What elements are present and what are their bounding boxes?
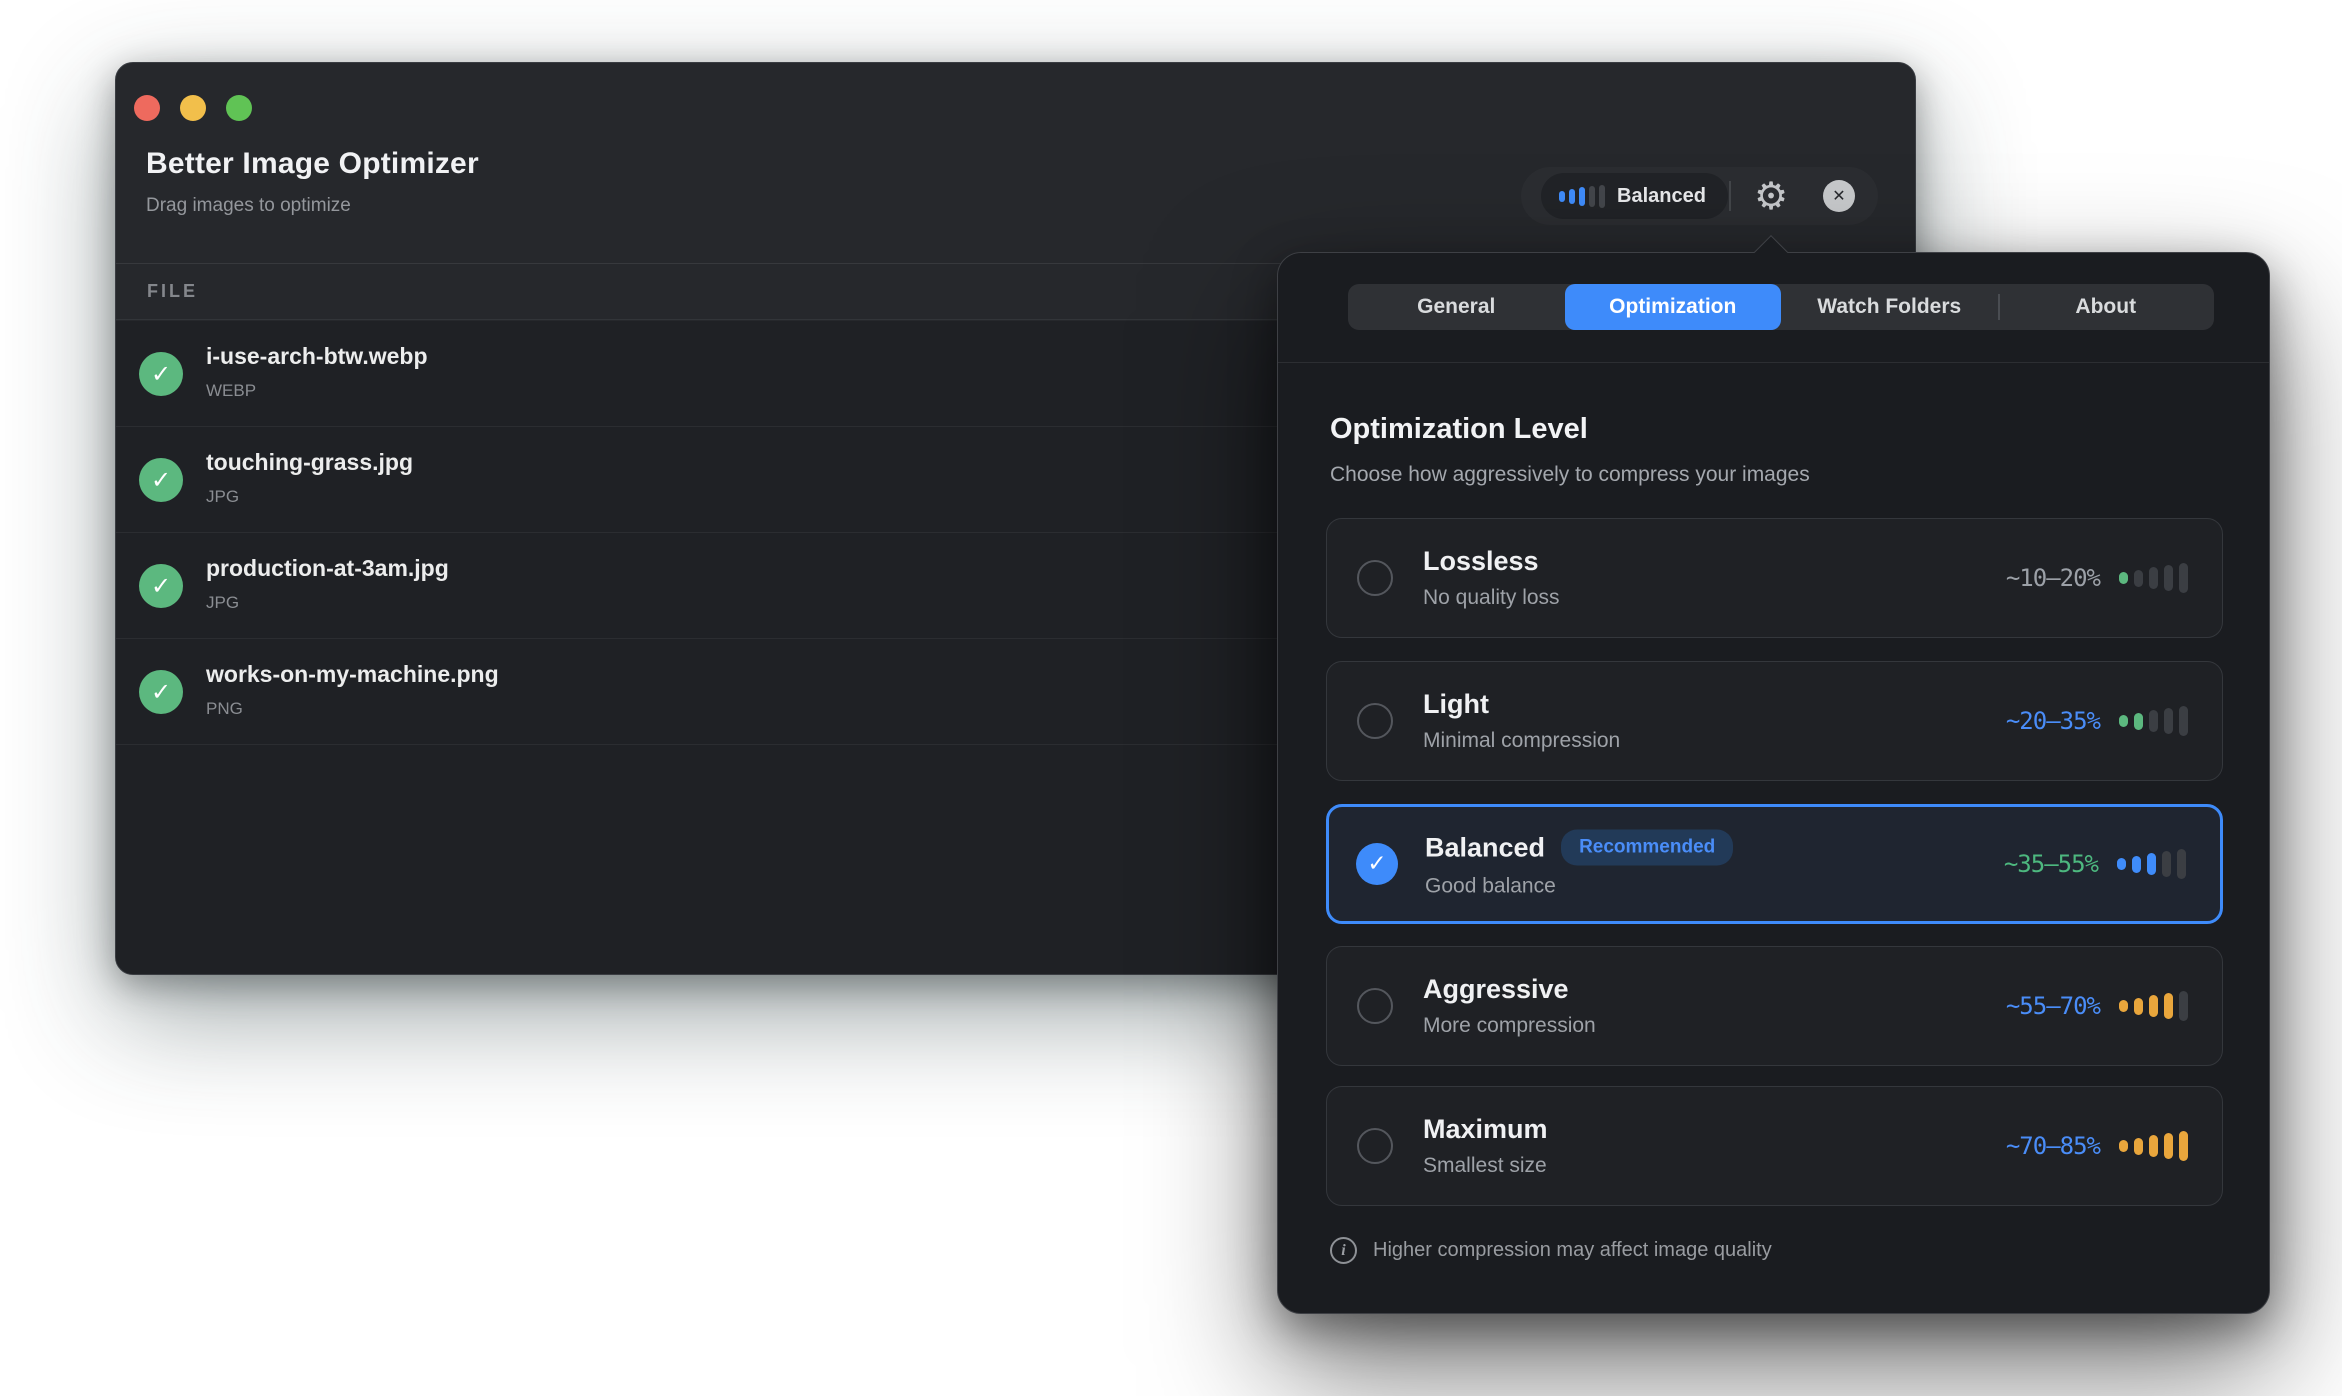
- option-subtitle: More compression: [1423, 1014, 1596, 1038]
- success-check-badge: ✓: [139, 352, 183, 396]
- file-type: PNG: [206, 699, 243, 719]
- level-badge-label: Balanced: [1617, 185, 1706, 208]
- file-name: works-on-my-machine.png: [206, 661, 499, 688]
- app-title: Better Image Optimizer: [146, 147, 479, 181]
- info-icon: i: [1330, 1237, 1357, 1264]
- option-text: Lossless No quality loss: [1423, 546, 1560, 610]
- app-subtitle: Drag images to optimize: [146, 195, 351, 217]
- option-text: Light Minimal compression: [1423, 689, 1620, 753]
- file-name: i-use-arch-btw.webp: [206, 343, 428, 370]
- intensity-bars-icon: [2119, 1131, 2188, 1161]
- section-heading: Optimization Level: [1330, 413, 1588, 446]
- check-icon: ✓: [151, 360, 171, 388]
- quit-button[interactable]: ✕: [1823, 180, 1855, 212]
- option-title: Aggressive: [1423, 974, 1569, 1005]
- savings-estimate: ~70–85%: [2006, 1132, 2100, 1160]
- settings-popover: General Optimization Watch Folders About…: [1277, 252, 2270, 1314]
- optimization-level-badge[interactable]: Balanced: [1541, 173, 1728, 219]
- footer-note: i Higher compression may affect image qu…: [1330, 1237, 1772, 1264]
- savings-estimate: ~35–55%: [2004, 850, 2098, 878]
- option-subtitle: Minimal compression: [1423, 729, 1620, 753]
- option-title: Maximum: [1423, 1114, 1548, 1145]
- window-zoom-traffic-light[interactable]: [226, 95, 252, 121]
- intensity-bars-icon: [2117, 849, 2186, 879]
- file-name: touching-grass.jpg: [206, 449, 413, 476]
- savings-estimate: ~20–35%: [2006, 707, 2100, 735]
- option-title: Balanced: [1425, 832, 1545, 863]
- check-icon: ✓: [1367, 851, 1386, 877]
- window-close-traffic-light[interactable]: [134, 95, 160, 121]
- panel-divider: [1278, 362, 2269, 363]
- tab-about-label: About: [2075, 295, 2136, 319]
- level-bars-icon: [1559, 185, 1605, 208]
- intensity-bars-icon: [2119, 563, 2188, 593]
- footer-note-text: Higher compression may affect image qual…: [1373, 1239, 1772, 1262]
- file-type: WEBP: [206, 381, 256, 401]
- tab-watch-folders[interactable]: Watch Folders: [1781, 284, 1998, 330]
- check-icon: ✓: [151, 466, 171, 494]
- savings-estimate: ~55–70%: [2006, 992, 2100, 1020]
- option-card-balanced[interactable]: ✓ Balanced Recommended Good balance ~35–…: [1326, 804, 2223, 924]
- tab-optimization[interactable]: Optimization: [1565, 284, 1782, 330]
- option-card-light[interactable]: Light Minimal compression ~20–35%: [1326, 661, 2223, 781]
- option-title: Light: [1423, 689, 1489, 720]
- radio-unselected-icon[interactable]: [1357, 560, 1393, 596]
- radio-unselected-icon[interactable]: [1357, 703, 1393, 739]
- section-description: Choose how aggressively to compress your…: [1330, 463, 1810, 487]
- settings-tabbar: General Optimization Watch Folders About: [1348, 284, 2214, 330]
- option-subtitle: No quality loss: [1423, 586, 1560, 610]
- close-icon: ✕: [1832, 188, 1845, 204]
- success-check-badge: ✓: [139, 670, 183, 714]
- intensity-bars-icon: [2119, 706, 2188, 736]
- option-card-lossless[interactable]: Lossless No quality loss ~10–20%: [1326, 518, 2223, 638]
- desktop: Better Image Optimizer Drag images to op…: [0, 0, 2342, 1396]
- radio-unselected-icon[interactable]: [1357, 1128, 1393, 1164]
- savings-estimate: ~10–20%: [2006, 564, 2100, 592]
- option-text: Balanced Recommended Good balance: [1425, 830, 1733, 899]
- radio-selected-icon[interactable]: ✓: [1356, 843, 1398, 885]
- option-card-aggressive[interactable]: Aggressive More compression ~55–70%: [1326, 946, 2223, 1066]
- file-type: JPG: [206, 487, 239, 507]
- success-check-badge: ✓: [139, 458, 183, 502]
- gear-icon: ⚙: [1754, 177, 1788, 215]
- check-icon: ✓: [151, 572, 171, 600]
- success-check-badge: ✓: [139, 564, 183, 608]
- option-card-maximum[interactable]: Maximum Smallest size ~70–85%: [1326, 1086, 2223, 1206]
- file-type: JPG: [206, 593, 239, 613]
- tab-about[interactable]: About: [1998, 284, 2215, 330]
- header-controls: Balanced ⚙ ✕: [1521, 167, 1878, 225]
- intensity-bars-icon: [2119, 991, 2188, 1021]
- option-text: Aggressive More compression: [1423, 974, 1596, 1038]
- option-title: Lossless: [1423, 546, 1539, 577]
- file-name: production-at-3am.jpg: [206, 555, 449, 582]
- file-column-label: FILE: [147, 281, 198, 302]
- settings-button[interactable]: ⚙: [1747, 172, 1795, 220]
- tab-separator: [1998, 294, 2000, 320]
- radio-unselected-icon[interactable]: [1357, 988, 1393, 1024]
- option-subtitle: Smallest size: [1423, 1154, 1548, 1178]
- recommended-badge: Recommended: [1561, 830, 1733, 866]
- option-text: Maximum Smallest size: [1423, 1114, 1548, 1178]
- check-icon: ✓: [151, 678, 171, 706]
- tab-general[interactable]: General: [1348, 284, 1565, 330]
- window-minimize-traffic-light[interactable]: [180, 95, 206, 121]
- header-divider: [1729, 181, 1731, 211]
- option-subtitle: Good balance: [1425, 875, 1733, 899]
